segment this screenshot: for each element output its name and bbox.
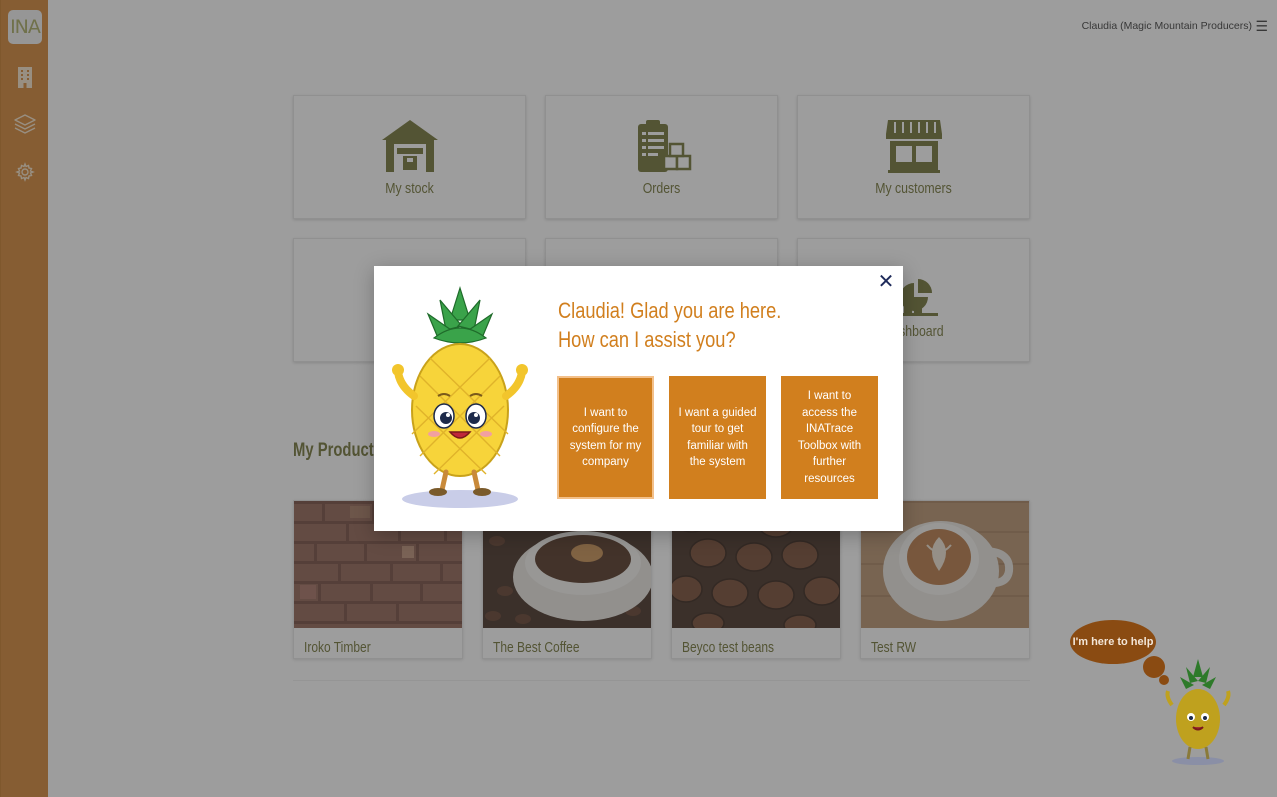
close-icon[interactable]: ✕	[877, 272, 895, 292]
button-label: I want to configure the system for my co…	[569, 406, 642, 469]
toolbox-button[interactable]: I want to access the INATrace Toolbox wi…	[781, 376, 878, 499]
button-label: I want a guided tour to get familiar wit…	[678, 406, 757, 469]
button-label: I want to access the INATrace Toolbox wi…	[797, 390, 862, 485]
modal-title: Claudia! Glad you are here. How can I as…	[558, 296, 782, 354]
welcome-dialog: ✕ Claudia! Glad you are here. How can I …	[374, 266, 903, 531]
help-bubble[interactable]: I'm here to help	[1070, 620, 1156, 664]
pineapple-mascot-icon[interactable]	[1160, 657, 1236, 767]
modal-title-line: Claudia! Glad you are here.	[558, 298, 782, 323]
modal-title-line: How can I assist you?	[558, 327, 736, 352]
guided-tour-button[interactable]: I want a guided tour to get familiar wit…	[669, 376, 766, 499]
configure-system-button[interactable]: I want to configure the system for my co…	[557, 376, 654, 499]
pineapple-mascot-icon	[390, 285, 530, 511]
